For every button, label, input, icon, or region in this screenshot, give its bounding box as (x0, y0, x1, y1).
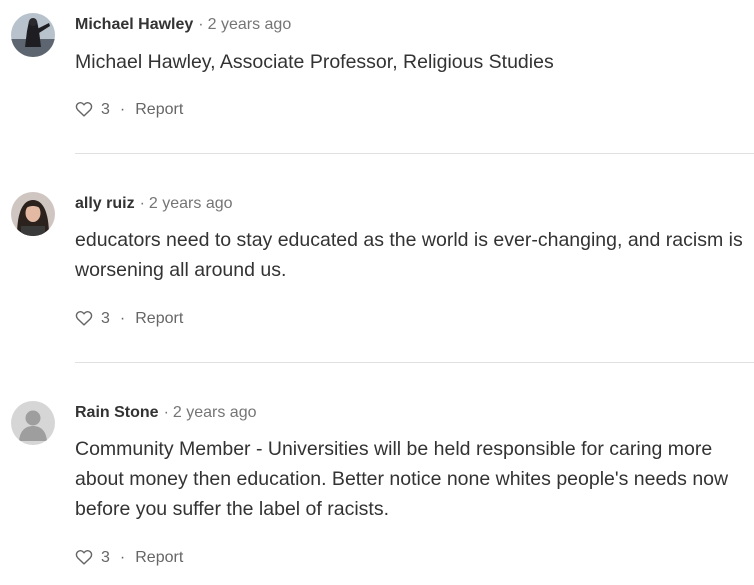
avatar[interactable] (11, 13, 55, 57)
comment-text: Community Member - Universities will be … (75, 438, 729, 520)
comment-meta: Rain Stone · 2 years ago (75, 403, 257, 423)
action-separator: · (119, 310, 126, 327)
like-count: 3 (101, 310, 110, 327)
report-button[interactable]: Report (135, 101, 183, 118)
action-separator: · (119, 101, 126, 118)
avatar[interactable] (11, 401, 55, 445)
comment-text: Michael Hawley, Associate Professor, Rel… (75, 51, 554, 73)
comment-actions: 3 · Report (75, 548, 183, 568)
heart-outline-icon[interactable] (75, 310, 93, 326)
like-count: 3 (101, 101, 110, 118)
comment-actions: 3 · Report (75, 100, 183, 120)
timestamp[interactable]: 2 years ago (149, 195, 233, 212)
like-count: 3 (101, 549, 110, 566)
default-user-avatar-icon (11, 401, 55, 445)
author-name[interactable]: Rain Stone (75, 404, 159, 421)
timestamp[interactable]: 2 years ago (208, 16, 292, 33)
comment-divider (75, 362, 754, 363)
heart-outline-icon[interactable] (75, 101, 93, 117)
action-separator: · (119, 549, 126, 566)
comment-meta: Michael Hawley · 2 years ago (75, 15, 291, 35)
author-name[interactable]: ally ruiz (75, 195, 135, 212)
heart-outline-icon[interactable] (75, 549, 93, 565)
avatar[interactable] (11, 192, 55, 236)
meta-separator: · (198, 16, 204, 33)
report-button[interactable]: Report (135, 310, 183, 327)
meta-separator: · (163, 404, 169, 421)
meta-separator: · (139, 195, 145, 212)
comment-text: educators need to stay educated as the w… (75, 229, 743, 281)
comment-meta: ally ruiz · 2 years ago (75, 194, 233, 214)
avatar-photo (11, 192, 55, 236)
timestamp[interactable]: 2 years ago (173, 404, 257, 421)
avatar-photo (11, 13, 55, 57)
author-name[interactable]: Michael Hawley (75, 16, 193, 33)
report-button[interactable]: Report (135, 549, 183, 566)
comment-actions: 3 · Report (75, 309, 183, 329)
comment-divider (75, 153, 754, 154)
